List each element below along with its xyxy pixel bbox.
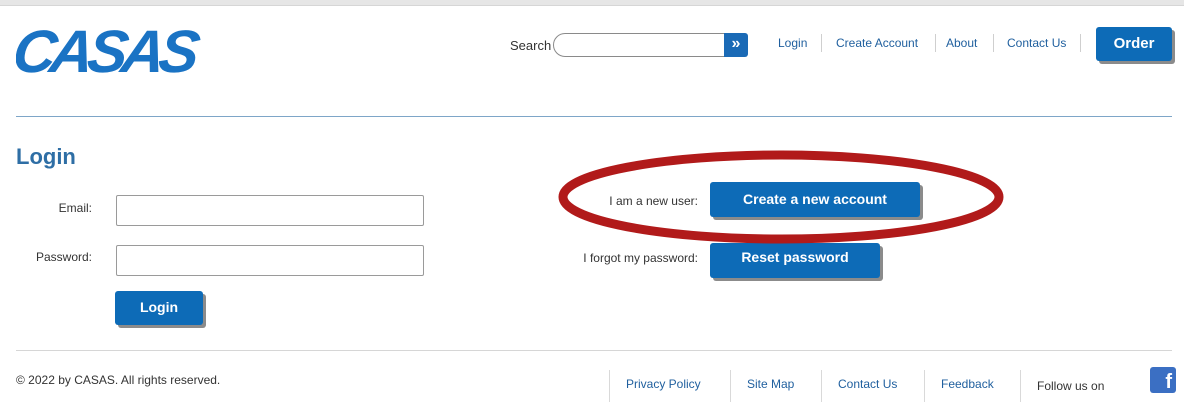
nav-about-link[interactable]: About bbox=[946, 36, 977, 50]
nav-divider bbox=[935, 34, 936, 52]
nav-create-account-link[interactable]: Create Account bbox=[836, 36, 918, 50]
search-input[interactable] bbox=[553, 33, 725, 57]
new-user-label: I am a new user: bbox=[609, 194, 698, 208]
create-account-button[interactable]: Create a new account bbox=[710, 182, 920, 217]
nav-login-link[interactable]: Login bbox=[778, 36, 807, 50]
footer-divider-line bbox=[609, 370, 610, 402]
nav-divider bbox=[1080, 34, 1081, 52]
follow-us-text: Follow us on bbox=[1037, 379, 1105, 393]
browser-top-strip bbox=[0, 0, 1184, 6]
email-field[interactable] bbox=[116, 195, 424, 226]
nav-divider bbox=[993, 34, 994, 52]
login-button[interactable]: Login bbox=[115, 291, 203, 325]
search-submit-icon[interactable]: » bbox=[724, 33, 748, 57]
password-label: Password: bbox=[35, 250, 92, 264]
footer-divider-line bbox=[821, 370, 822, 402]
header-divider bbox=[16, 116, 1172, 117]
footer-divider-line bbox=[924, 370, 925, 402]
nav-contact-us-link[interactable]: Contact Us bbox=[1007, 36, 1066, 50]
password-field[interactable] bbox=[116, 245, 424, 276]
footer-feedback-link[interactable]: Feedback bbox=[941, 377, 994, 391]
footer-divider bbox=[16, 350, 1172, 351]
forgot-password-label: I forgot my password: bbox=[583, 251, 698, 265]
nav-divider bbox=[821, 34, 822, 52]
facebook-icon[interactable]: f bbox=[1150, 367, 1176, 393]
casas-logo-text: CASAS bbox=[16, 20, 204, 78]
footer-site-map-link[interactable]: Site Map bbox=[747, 377, 794, 391]
footer-divider-line bbox=[730, 370, 731, 402]
search-label: Search bbox=[510, 38, 552, 53]
footer-divider-line bbox=[1020, 370, 1021, 402]
footer-contact-us-link[interactable]: Contact Us bbox=[838, 377, 897, 391]
page-title: Login bbox=[16, 144, 76, 169]
footer-privacy-policy-link[interactable]: Privacy Policy bbox=[626, 377, 701, 391]
copyright-text: © 2022 by CASAS. All rights reserved. bbox=[16, 373, 221, 387]
order-button[interactable]: Order bbox=[1096, 27, 1172, 61]
email-label: Email: bbox=[58, 201, 92, 215]
casas-logo[interactable]: CASAS bbox=[16, 20, 232, 78]
reset-password-button[interactable]: Reset password bbox=[710, 243, 880, 278]
